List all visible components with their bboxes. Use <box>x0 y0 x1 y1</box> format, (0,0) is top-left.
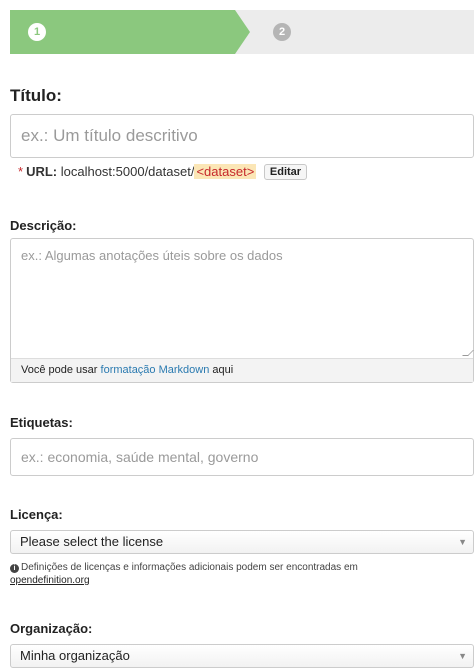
organization-select[interactable]: Minha organização ▼ <box>10 644 474 668</box>
url-preview: * URL: localhost:5000/dataset/<dataset> E… <box>18 164 308 180</box>
markdown-link[interactable]: formatação Markdown <box>101 364 210 376</box>
license-help-text: i Definições de licenças e informações ad… <box>10 561 430 587</box>
tags-label: Etiquetas: <box>10 415 73 430</box>
opendefinition-link[interactable]: opendefinition.org <box>10 575 90 586</box>
description-textarea[interactable]: ex.: Algumas anotações úteis sobre os da… <box>10 238 474 383</box>
organization-label: Organização: <box>10 621 93 636</box>
stepper-active-segment <box>10 10 250 54</box>
description-label: Descrição: <box>10 218 77 233</box>
info-icon: i <box>10 564 19 573</box>
url-label: URL: <box>26 164 58 179</box>
title-input-placeholder: ex.: Um título descritivo <box>21 126 198 145</box>
license-help-message: Definições de licenças e informações adi… <box>21 562 358 573</box>
progress-stepper: 1 2 <box>10 10 474 54</box>
markdown-hint: Você pode usar formatação Markdown aqui <box>11 358 473 382</box>
markdown-hint-suffix: aqui <box>212 364 234 376</box>
step-1-indicator: 1 <box>28 23 46 41</box>
required-asterisk: * <box>18 164 24 179</box>
license-label: Licença: <box>10 507 63 522</box>
chevron-down-icon: ▼ <box>458 537 467 547</box>
tags-input[interactable]: ex.: economia, saúde mental, governo <box>10 438 474 476</box>
markdown-hint-prefix: Você pode usar <box>21 364 98 376</box>
title-label: Título: <box>10 86 62 105</box>
organization-selected-value: Minha organização <box>20 648 130 663</box>
step-2-indicator: 2 <box>273 23 291 41</box>
resize-handle-icon[interactable] <box>462 350 474 356</box>
title-input[interactable]: ex.: Um título descritivo <box>10 114 474 158</box>
license-selected-value: Please select the license <box>20 534 164 549</box>
chevron-down-icon: ▼ <box>458 651 467 661</box>
description-placeholder: ex.: Algumas anotações úteis sobre os da… <box>21 248 283 263</box>
url-base: localhost:5000/dataset/ <box>60 164 195 179</box>
license-select[interactable]: Please select the license ▼ <box>10 530 474 554</box>
tags-input-placeholder: ex.: economia, saúde mental, governo <box>21 449 259 465</box>
url-slug: <dataset> <box>194 164 257 179</box>
edit-url-button[interactable]: Editar <box>263 164 308 180</box>
